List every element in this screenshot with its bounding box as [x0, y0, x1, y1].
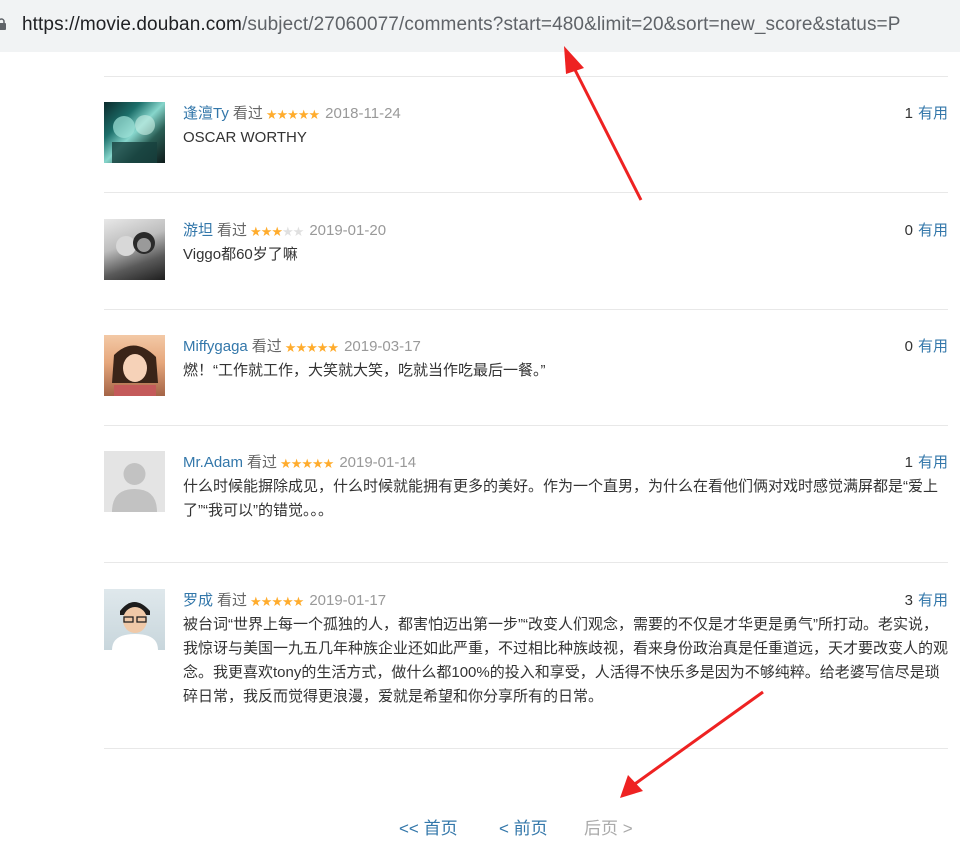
- vote-area: 3 有用: [905, 589, 948, 610]
- comment-text: Viggo都60岁了嘛: [183, 246, 298, 263]
- url-host: https://movie.douban.com: [22, 14, 242, 35]
- prev-page-link[interactable]: < 前页: [499, 814, 548, 839]
- url-text[interactable]: https://movie.douban.com/subject/2706007…: [22, 14, 901, 36]
- star-icon: ★: [322, 456, 335, 471]
- first-page-link[interactable]: << 首页: [399, 814, 458, 839]
- avatar[interactable]: [104, 589, 165, 650]
- username-link[interactable]: 游坦: [183, 222, 213, 239]
- useful-button[interactable]: 有用: [918, 592, 948, 609]
- comment-info: 游坦 看过 ★★★★★ 2019-01-20: [183, 219, 386, 240]
- useful-button[interactable]: 有用: [918, 338, 948, 355]
- divider: [104, 192, 948, 193]
- star-icon: ★: [282, 224, 294, 239]
- vote-area: 1 有用: [905, 451, 948, 472]
- watch-status: 看过: [251, 338, 282, 355]
- lock-icon: [0, 18, 6, 30]
- vote-area: 0 有用: [905, 219, 948, 240]
- comment-date: 2019-01-20: [309, 222, 387, 239]
- star-icon: ★: [297, 107, 310, 122]
- vote-count: 0: [904, 338, 913, 355]
- vote-count: 3: [904, 592, 913, 609]
- watch-status: 看过: [217, 222, 248, 239]
- star-icon: ★: [287, 107, 299, 122]
- address-bar[interactable]: https://movie.douban.com/subject/2706007…: [0, 0, 960, 52]
- star-icon: ★: [316, 340, 329, 355]
- star-icon: ★: [284, 340, 297, 355]
- arrowhead-icon: [620, 775, 643, 798]
- star-icon: ★: [327, 340, 339, 355]
- username-link[interactable]: Mr.Adam: [183, 454, 243, 471]
- star-icon: ★: [306, 340, 318, 355]
- star-icon: ★: [271, 224, 283, 239]
- next-page-link: 后页 >: [584, 819, 633, 838]
- rating-stars: ★★★★★: [250, 593, 305, 610]
- comment-text: 被台词“世界上每一个孤独的人，都害怕迈出第一步”“改变人们观念，需要的不仅是才华…: [183, 616, 949, 705]
- star-icon: ★: [260, 224, 273, 239]
- star-icon: ★: [280, 456, 292, 471]
- username-link[interactable]: 罗成: [183, 592, 213, 609]
- comment-info: Miffygaga 看过 ★★★★★ 2019-03-17: [183, 335, 421, 356]
- divider: [104, 309, 948, 310]
- vote-count: 0: [904, 222, 913, 239]
- vote-area: 1 有用: [905, 102, 948, 123]
- star-icon: ★: [276, 107, 289, 122]
- rating-stars: ★★★★★: [284, 339, 339, 356]
- star-icon: ★: [250, 224, 262, 239]
- comment-text: OSCAR WORTHY: [183, 129, 307, 146]
- useful-button[interactable]: 有用: [918, 105, 948, 122]
- useful-button[interactable]: 有用: [918, 454, 948, 471]
- comment-date: 2019-01-14: [339, 454, 417, 471]
- username-link[interactable]: Miffygaga: [183, 338, 248, 355]
- divider: [104, 748, 948, 749]
- rating-stars: ★★★★★: [265, 106, 320, 123]
- comment-date: 2018-11-24: [325, 105, 401, 122]
- username-link[interactable]: 逢澶Ty: [183, 105, 229, 122]
- star-icon: ★: [292, 224, 305, 239]
- comment-date: 2019-03-17: [344, 338, 421, 355]
- watch-status: 看过: [247, 454, 278, 471]
- vote-area: 0 有用: [905, 335, 948, 356]
- avatar[interactable]: [104, 219, 165, 280]
- rating-stars: ★★★★★: [250, 223, 305, 240]
- useful-button[interactable]: 有用: [918, 222, 948, 239]
- star-icon: ★: [292, 594, 305, 609]
- divider: [104, 76, 948, 77]
- star-icon: ★: [308, 107, 320, 122]
- avatar[interactable]: [104, 335, 165, 396]
- avatar[interactable]: [104, 102, 165, 163]
- comment-info: 逢澶Ty 看过 ★★★★★ 2018-11-24: [183, 102, 401, 123]
- vote-count: 1: [904, 105, 913, 122]
- star-icon: ★: [282, 594, 294, 609]
- watch-status: 看过: [217, 592, 248, 609]
- comment-date: 2019-01-17: [309, 592, 387, 609]
- star-icon: ★: [312, 456, 324, 471]
- star-icon: ★: [250, 594, 262, 609]
- star-icon: ★: [301, 456, 313, 471]
- star-icon: ★: [260, 594, 273, 609]
- url-path: /subject/27060077/comments?start=480&lim…: [241, 14, 901, 35]
- watch-status: 看过: [232, 105, 263, 122]
- vote-count: 1: [904, 454, 913, 471]
- star-icon: ★: [265, 107, 278, 122]
- star-icon: ★: [290, 456, 303, 471]
- star-icon: ★: [295, 340, 307, 355]
- comment-info: Mr.Adam 看过 ★★★★★ 2019-01-14: [183, 451, 416, 472]
- rating-stars: ★★★★★: [280, 455, 335, 472]
- star-icon: ★: [271, 594, 283, 609]
- default-avatar-icon[interactable]: [104, 451, 165, 512]
- divider: [104, 425, 948, 426]
- comment-text: 什么时候能摒除成见，什么时候就能拥有更多的美好。作为一个直男，为什么在看他们俩对…: [183, 478, 939, 519]
- comment-text: 燃！“工作就工作，大笑就大笑，吃就当作吃最后一餐。”: [183, 362, 546, 379]
- divider: [104, 562, 948, 563]
- comment-info: 罗成 看过 ★★★★★ 2019-01-17: [183, 589, 386, 610]
- pagination: << 首页 < 前页 后页 >: [0, 814, 960, 838]
